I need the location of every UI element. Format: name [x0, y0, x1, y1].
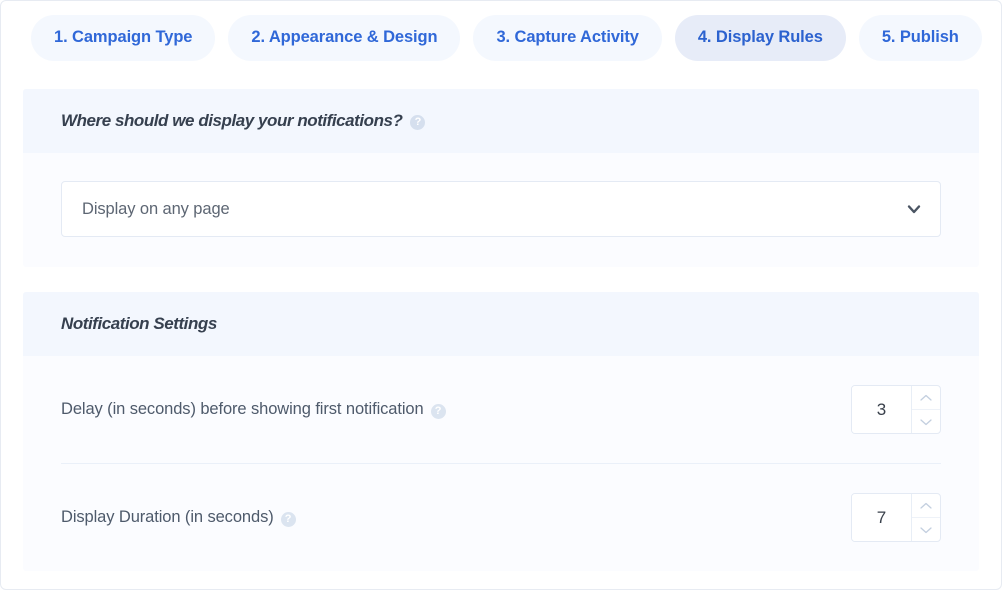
campaign-steps-tablist: 1. Campaign Type 2. Appearance & Design … [1, 1, 1001, 61]
delay-stepper[interactable] [851, 385, 941, 434]
setting-row-delay: Delay (in seconds) before showing first … [61, 356, 941, 463]
display-location-header: Where should we display your notificatio… [23, 89, 979, 153]
duration-stepper-arrows [911, 494, 940, 541]
tab-label: 1. Campaign Type [54, 28, 193, 46]
display-rules-page: 1. Campaign Type 2. Appearance & Design … [0, 0, 1002, 590]
tab-campaign-type[interactable]: 1. Campaign Type [31, 14, 216, 61]
tab-label: 4. Display Rules [697, 28, 823, 46]
tab-display-rules[interactable]: 4. Display Rules [674, 14, 846, 61]
notification-settings-title: Notification Settings [61, 314, 217, 333]
delay-input[interactable] [852, 386, 911, 433]
delay-increment-button[interactable] [912, 386, 940, 409]
notification-settings-card: Notification Settings Delay (in seconds)… [23, 292, 979, 571]
tab-appearance-design[interactable]: 2. Appearance & Design [228, 14, 461, 61]
help-icon[interactable]: ? [410, 114, 426, 130]
delay-label-wrap: Delay (in seconds) before showing first … [61, 400, 446, 419]
notification-settings-header: Notification Settings [23, 292, 979, 356]
delay-label: Delay (in seconds) before showing first … [61, 400, 424, 418]
duration-label-wrap: Display Duration (in seconds) ? [61, 508, 296, 527]
tab-capture-activity[interactable]: 3. Capture Activity [473, 14, 662, 61]
display-location-select-value: Display on any page [82, 199, 230, 218]
tab-publish[interactable]: 5. Publish [858, 14, 982, 61]
duration-stepper[interactable] [851, 493, 941, 542]
duration-input[interactable] [852, 494, 911, 541]
display-location-card: Where should we display your notificatio… [23, 89, 979, 267]
tab-label: 5. Publish [881, 28, 959, 46]
tab-label: 3. Capture Activity [496, 28, 639, 46]
display-location-body: Display on any page [23, 153, 979, 267]
delay-decrement-button[interactable] [912, 409, 940, 433]
display-location-select[interactable]: Display on any page [61, 181, 941, 237]
settings-cards: Where should we display your notificatio… [1, 61, 1001, 571]
setting-row-duration: Display Duration (in seconds) ? [61, 463, 941, 571]
delay-stepper-arrows [911, 386, 940, 433]
tab-label: 2. Appearance & Design [251, 28, 438, 46]
chevron-down-icon [906, 201, 922, 217]
duration-label: Display Duration (in seconds) [61, 508, 274, 526]
duration-increment-button[interactable] [912, 494, 940, 517]
help-icon[interactable]: ? [280, 512, 296, 527]
display-location-title: Where should we display your notificatio… [61, 111, 403, 130]
help-icon[interactable]: ? [430, 404, 446, 419]
notification-settings-body: Delay (in seconds) before showing first … [23, 356, 979, 571]
duration-decrement-button[interactable] [912, 517, 940, 541]
